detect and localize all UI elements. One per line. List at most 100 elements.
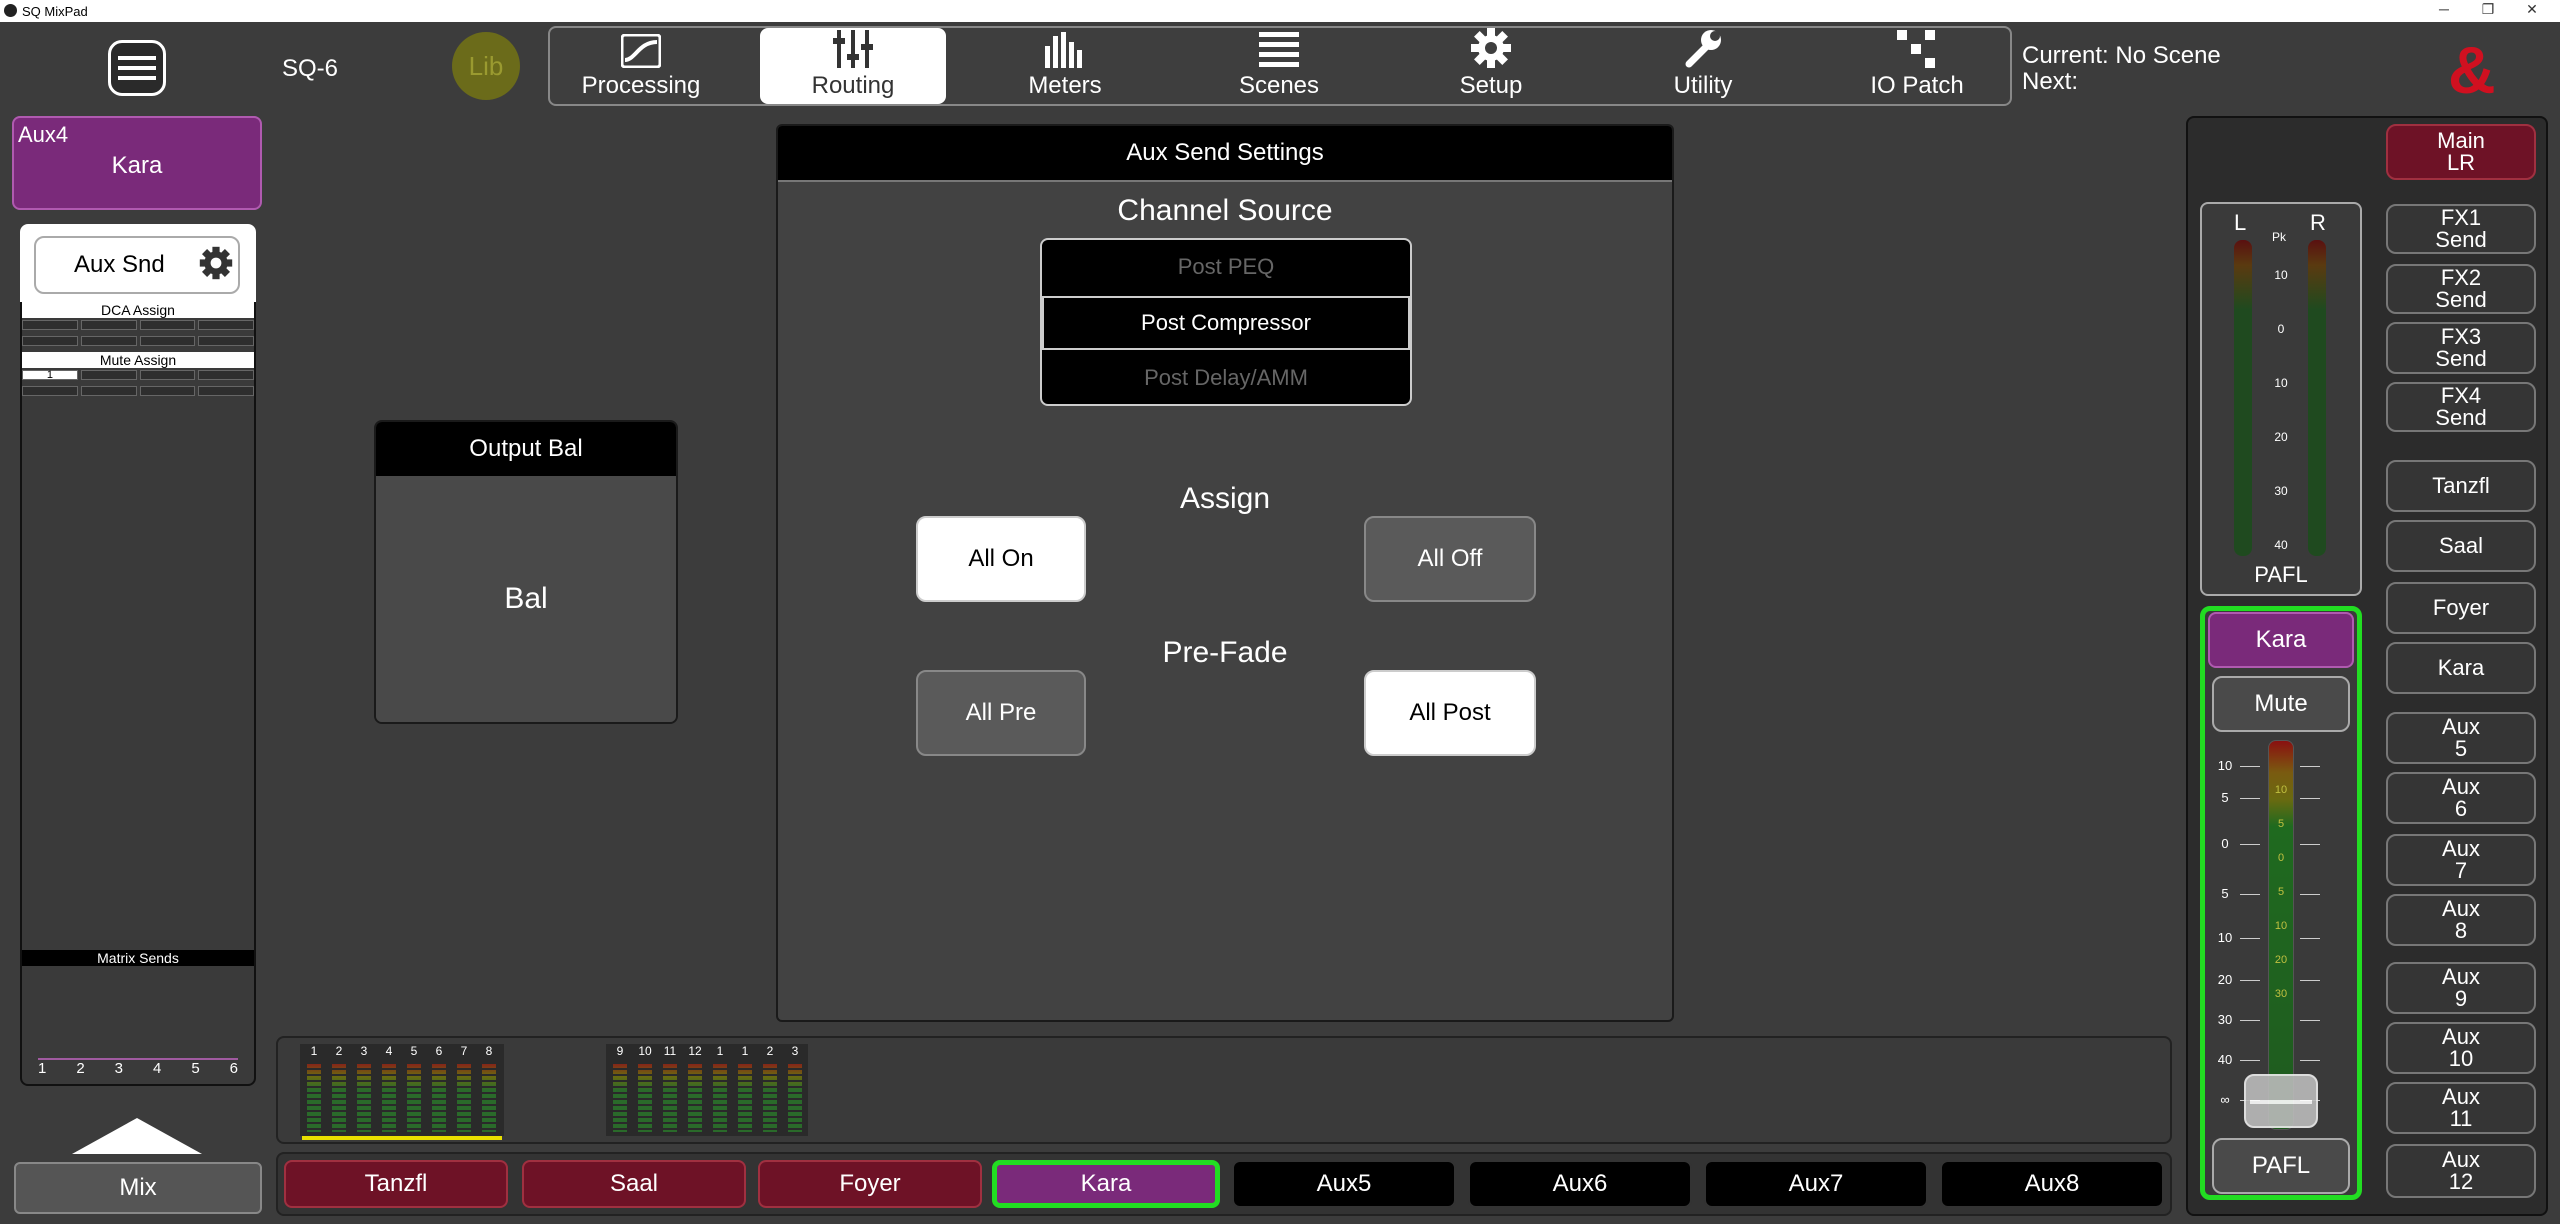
channel-meter-bar <box>382 1062 396 1132</box>
matrix-send-1[interactable]: 1 <box>38 1060 46 1077</box>
matrix-send-5[interactable]: 5 <box>191 1060 199 1077</box>
output-button-fx4-send[interactable]: FX4 Send <box>2386 382 2536 432</box>
lib-button[interactable]: Lib <box>452 32 520 100</box>
tab-routing[interactable]: Routing <box>760 28 946 104</box>
output-button-aux-12[interactable]: Aux 12 <box>2386 1144 2536 1198</box>
tab-label: Meters <box>1028 72 1102 99</box>
window-title: SQ MixPad <box>22 4 88 19</box>
tab-processing[interactable]: Processing <box>548 28 734 104</box>
output-button-fx2-send[interactable]: FX2 Send <box>2386 264 2536 314</box>
output-button-label: Aux 10 <box>2442 1024 2480 1071</box>
tab-label: Routing <box>811 72 895 99</box>
mix-button-aux6[interactable]: Aux6 <box>1468 1160 1692 1208</box>
processing-icon <box>621 34 661 68</box>
mix-button[interactable]: Mix <box>14 1162 262 1214</box>
tab-utility[interactable]: Utility <box>1610 28 1796 104</box>
mix-button-saal[interactable]: Saal <box>522 1160 746 1208</box>
meter-r-label: R <box>2310 210 2326 235</box>
channel-meter-bar <box>457 1062 471 1132</box>
channel-source-title: Channel Source <box>1117 194 1333 227</box>
source-post-delay-amm[interactable]: Post Delay/AMM <box>1042 354 1410 402</box>
fader-scale-tick: 5 <box>2221 790 2229 805</box>
mix-button-aux8[interactable]: Aux8 <box>1940 1160 2164 1208</box>
tab-setup[interactable]: Setup <box>1398 28 1584 104</box>
matrix-send-2[interactable]: 2 <box>76 1060 84 1077</box>
channel-meter-bar <box>688 1062 702 1132</box>
channel-name-label: Kara <box>2255 626 2307 653</box>
source-post-compressor[interactable]: Post Compressor <box>1042 296 1410 350</box>
output-button-tanzfl[interactable]: Tanzfl <box>2386 460 2536 512</box>
output-button-aux-10[interactable]: Aux 10 <box>2386 1022 2536 1074</box>
channel-meter-bar <box>407 1062 421 1132</box>
output-button-label: FX1 Send <box>2435 205 2487 252</box>
all-on-button[interactable]: All On <box>916 516 1086 602</box>
output-button-fx1-send[interactable]: FX1 Send <box>2386 204 2536 254</box>
gear-icon[interactable] <box>198 245 234 281</box>
output-button-foyer[interactable]: Foyer <box>2386 582 2536 634</box>
dca-assign-row[interactable] <box>22 320 254 330</box>
meter-l-bar <box>2234 240 2252 556</box>
mix-button-kara[interactable]: Kara <box>992 1160 1220 1208</box>
title-bar: SQ MixPad ─ ❐ ✕ <box>0 0 2560 22</box>
all-post-button[interactable]: All Post <box>1364 670 1536 756</box>
channel-meter-bar <box>738 1062 752 1132</box>
channel-name-button[interactable]: Kara <box>2208 612 2354 668</box>
tab-scenes[interactable]: Scenes <box>1186 28 1372 104</box>
matrix-send-3[interactable]: 3 <box>115 1060 123 1077</box>
dca-assign-row[interactable] <box>22 336 254 346</box>
bal-control[interactable]: Bal <box>376 476 676 722</box>
gear-icon <box>1471 28 1511 68</box>
channel-selector[interactable]: Aux4 Kara <box>12 116 262 210</box>
restore-button[interactable]: ❐ <box>2468 1 2508 18</box>
mix-button-foyer[interactable]: Foyer <box>758 1160 982 1208</box>
matrix-send-6[interactable]: 6 <box>230 1060 238 1077</box>
aux-snd-label: Aux Snd <box>74 251 165 278</box>
all-off-button[interactable]: All Off <box>1364 516 1536 602</box>
wrench-icon <box>1685 30 1721 68</box>
channel-meter-bar <box>482 1062 496 1132</box>
channel-meter-bar <box>763 1062 777 1132</box>
channel-meter-bar <box>332 1062 346 1132</box>
fader-scale-tick: 10 <box>2217 758 2233 773</box>
fader-cap[interactable] <box>2244 1074 2318 1128</box>
channel-meter-number: 9 <box>616 1044 624 1058</box>
pafl-button[interactable]: PAFL <box>2212 1138 2350 1194</box>
tab-meters[interactable]: Meters <box>972 28 1158 104</box>
output-button-aux-5[interactable]: Aux 5 <box>2386 712 2536 764</box>
mute-group-1[interactable]: 1 <box>22 370 78 381</box>
output-button-main-lr[interactable]: Main LR <box>2386 124 2536 180</box>
output-button-label: FX2 Send <box>2435 265 2487 312</box>
close-button[interactable]: ✕ <box>2512 1 2552 18</box>
mute-assign-row[interactable] <box>22 386 254 396</box>
output-button-aux-6[interactable]: Aux 6 <box>2386 772 2536 824</box>
matrix-send-4[interactable]: 4 <box>153 1060 161 1077</box>
output-button-label: Aux 9 <box>2442 964 2480 1011</box>
tab-label: IO Patch <box>1870 72 1964 99</box>
meter-tick: 10 <box>2274 268 2288 282</box>
mix-button-aux7[interactable]: Aux7 <box>1704 1160 1928 1208</box>
tab-io-patch[interactable]: IO Patch <box>1824 28 2010 104</box>
mix-button-aux5[interactable]: Aux5 <box>1232 1160 1456 1208</box>
menu-button[interactable] <box>108 40 166 96</box>
all-pre-button[interactable]: All Pre <box>916 670 1086 756</box>
output-button-aux-8[interactable]: Aux 8 <box>2386 894 2536 946</box>
mix-button-tanzfl[interactable]: Tanzfl <box>284 1160 508 1208</box>
minimize-button[interactable]: ─ <box>2424 1 2464 17</box>
output-button-aux-9[interactable]: Aux 9 <box>2386 962 2536 1014</box>
channel-meter-number: 11 <box>663 1044 677 1058</box>
output-button-saal[interactable]: Saal <box>2386 520 2536 572</box>
mute-button[interactable]: Mute <box>2212 676 2350 732</box>
output-button-kara[interactable]: Kara <box>2386 642 2536 694</box>
fader-scale-tick: 10 <box>2217 930 2233 945</box>
fader-scale-tick: 0 <box>2221 836 2229 851</box>
output-button-aux-7[interactable]: Aux 7 <box>2386 834 2536 886</box>
menu-icon <box>118 56 156 60</box>
tab-label: Processing <box>581 72 701 99</box>
mute-assign-row[interactable]: 1 <box>22 370 254 381</box>
output-button-aux-11[interactable]: Aux 11 <box>2386 1082 2536 1134</box>
output-button-fx3-send[interactable]: FX3 Send <box>2386 322 2536 374</box>
source-post-peq[interactable]: Post PEQ <box>1042 242 1410 292</box>
channel-meter-bar <box>613 1062 627 1132</box>
channel-meter-bar <box>432 1062 446 1132</box>
triangle-up-icon[interactable] <box>72 1118 202 1154</box>
